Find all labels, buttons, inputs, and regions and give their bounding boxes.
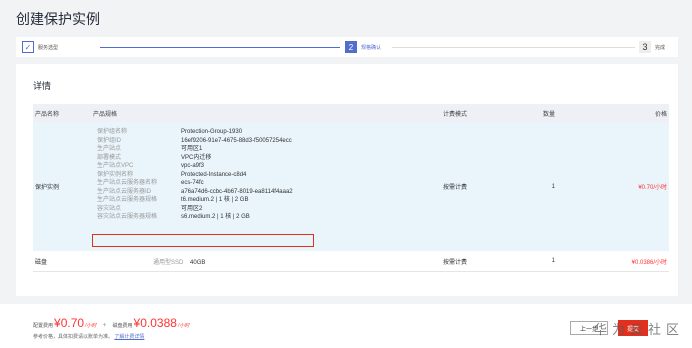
table-row: 磁盘 通用型SSD 40GB 按需计费 1 ¥0.0386/小时 [33,251,669,272]
row-price: ¥0.0386/小时 [631,259,667,266]
col-billing-mode: 计费模式 [443,111,468,118]
price-note-text: 参考价格，具体扣费请以账单为准。 [33,334,114,340]
fee-summary: 配置费用 ¥0.70 /小时 + 磁盘费用 ¥0.0388 /小时 [33,316,189,330]
row-quantity: 1 [551,258,555,264]
disk-size: 40GB [190,259,206,266]
table-row: 保护实例 按需计费 1 ¥0.70/小时 保护组名称 Protection-Gro… [33,122,669,251]
step-connector-1 [100,47,340,48]
detail-table: 产品名称 产品规格 计费模式 数量 价格 保护实例 按需计费 1 ¥0.70/小… [33,104,669,272]
spec-list: 保护组名称 Protection-Group-1930 保护组ID 16ef9206… [97,128,293,222]
footer-bar: 配置费用 ¥0.70 /小时 + 磁盘费用 ¥0.0388 /小时 参考价格，具… [0,304,692,348]
step-3-index: 3 [639,41,651,53]
step-2-label: 规格确认 [361,44,382,51]
highlight-box [92,234,314,247]
price-note: 参考价格，具体扣费请以账单为准。 了解计费详情 [33,333,144,340]
step-complete: 3 完成 [639,41,665,53]
config-fee-price: ¥0.70 [54,316,85,330]
row-billing-mode: 按需计费 [443,259,468,266]
row-product-name: 磁盘 [35,259,48,266]
row-billing-mode: 按需计费 [443,185,468,191]
spec-item: 保护组ID 16ef9206-91e7-4675-88d3-f50057254ec… [97,137,292,144]
step-spec-confirm: 2 规格确认 [345,41,381,53]
row-product-name: 保护实例 [35,185,60,191]
row-price: ¥0.70/小时 [638,185,667,191]
step-connector-2 [392,47,635,48]
spec-item: 容灾站点 可用区2 [97,205,203,212]
config-fee-unit: /小时 [85,323,97,329]
step-indicator: ✓ 服务选型 2 规格确认 3 完成 [16,37,678,57]
plus-sign: + [102,322,107,329]
billing-details-link[interactable]: 了解计费详情 [114,334,144,340]
step-1-label: 服务选型 [38,44,59,51]
table-header: 产品名称 产品规格 计费模式 数量 价格 [33,104,669,122]
col-product-spec: 产品规格 [93,111,118,118]
disk-fee-label: 磁盘费用 [112,323,133,329]
spec-item: 部署模式 VPC内迁移 [97,154,212,161]
step-2-index: 2 [345,41,357,53]
disk-type: 通用型SSD [153,259,184,266]
detail-card: 详情 产品名称 产品规格 计费模式 数量 价格 保护实例 按需计费 1 ¥0.7… [16,64,678,296]
page-title: 创建保护实例 [16,11,100,27]
watermark: 华为云社区 [594,322,685,337]
step-service-selection: ✓ 服务选型 [22,41,58,53]
config-fee-label: 配置费用 [33,323,54,329]
spec-item: 保护实例名称 Protected-Instance-c8d4 [97,171,247,178]
spec-item: 生产站点 可用区1 [97,146,203,152]
spec-item: 容灾站点云服务器规格 s6.medium.2 | 1 核 | 2 GB [97,214,250,220]
col-price: 价格 [654,111,667,118]
row-product-spec: 通用型SSD 40GB [89,257,443,266]
spec-item: 生产站点VPC vpc-a9f3 [97,163,205,169]
spec-item: 生产站点云服务器ID a76a74d6-ccbc-4b67-8019-ea8114… [97,188,293,195]
disk-fee-price: ¥0.0388 [133,316,177,330]
col-product-name: 产品名称 [35,111,60,118]
step-1-check-icon: ✓ [22,41,34,53]
row-quantity: 1 [551,183,555,190]
disk-fee-unit: /小时 [177,323,190,329]
spec-item: 生产站点云服务器名称 ecs-74fc [97,180,204,186]
detail-heading: 详情 [33,81,52,91]
step-3-label: 完成 [655,44,666,51]
spec-item: 保护组名称 Protection-Group-1930 [97,129,243,135]
col-quantity: 数量 [542,111,555,118]
spec-item: 生产站点云服务器规格 t6.medium.2 | 1 核 | 2 GB [97,197,249,203]
